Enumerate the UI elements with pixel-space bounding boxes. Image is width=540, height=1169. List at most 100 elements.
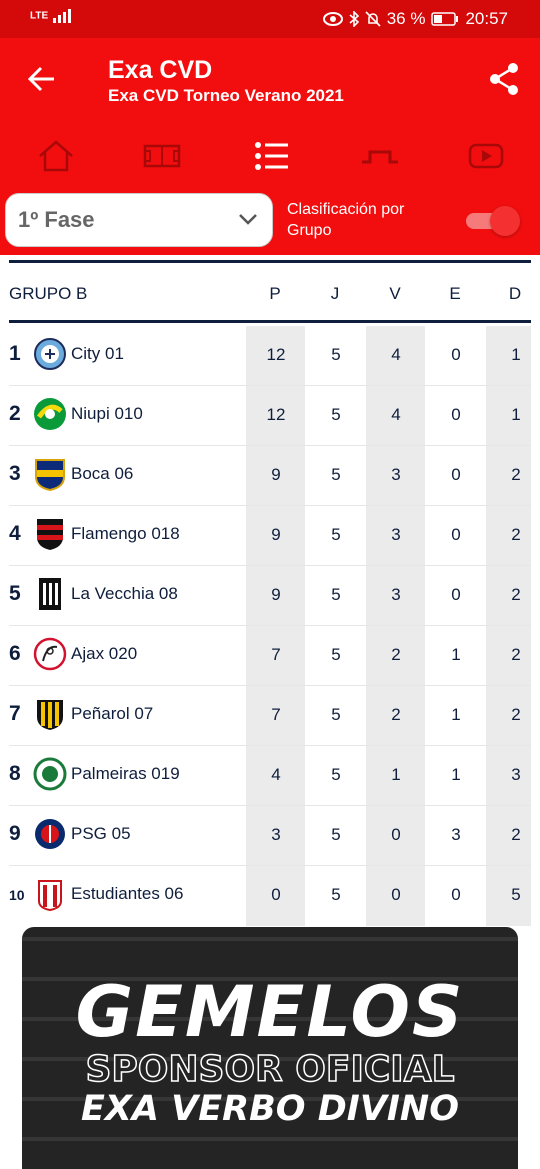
sponsor-line1: SPONSOR OFICIAL (85, 1048, 456, 1091)
phase-select[interactable]: 1º Fase (5, 193, 273, 247)
niupi-crest-icon (34, 398, 66, 430)
sponsor-line2: EXA VERBO DIVINO (81, 1089, 459, 1129)
network-label: LTE (30, 10, 49, 22)
team-name: PSG 05 (71, 824, 131, 843)
cell-v: 4 (391, 405, 401, 424)
group-label: GRUPO B (9, 284, 88, 303)
cell-d: 1 (511, 345, 521, 364)
app-header: Exa CVD Exa CVD Torneo Verano 2021 1º Fa… (0, 38, 540, 255)
clock: 20:57 (465, 9, 508, 28)
cell-e: 1 (451, 765, 461, 784)
back-arrow-icon[interactable] (26, 62, 60, 96)
signal-icon (52, 9, 71, 23)
cell-p: 7 (271, 705, 281, 724)
table-row[interactable]: 10 Estudiantes 06 0 5 0 0 5 (9, 866, 531, 925)
cell-j: 5 (331, 885, 341, 904)
sponsor-brand: GEMELOS (75, 971, 465, 1053)
youtube-icon[interactable] (466, 138, 506, 174)
standings-card: GRUPO B P J V E D 1 City 01 12 5 4 0 1 2… (0, 255, 540, 930)
cell-j: 5 (331, 345, 341, 364)
juventus-crest-icon (39, 578, 61, 610)
team-name: Boca 06 (71, 464, 134, 483)
cell-d: 2 (511, 825, 521, 844)
col-header-p: P (269, 284, 281, 303)
list-icon[interactable] (252, 138, 292, 174)
cell-j: 5 (331, 705, 341, 724)
share-icon[interactable] (488, 62, 520, 96)
network-indicator: LTE (30, 9, 73, 23)
cell-v: 2 (391, 705, 401, 724)
table-row[interactable]: 1 City 01 12 5 4 0 1 (9, 326, 531, 386)
cell-d: 2 (511, 585, 521, 604)
battery-percent: 36 % (386, 9, 426, 28)
row-position: 10 (9, 887, 25, 903)
row-position: 3 (9, 462, 21, 485)
col-header-v: V (389, 284, 401, 303)
cell-d: 2 (511, 705, 521, 724)
toggle-knob (490, 206, 520, 236)
cell-j: 5 (331, 585, 341, 604)
cell-p: 9 (271, 585, 281, 604)
cell-j: 5 (331, 525, 341, 544)
battery-icon (431, 12, 459, 26)
sponsor-banner[interactable]: GEMELOS SPONSOR OFICIAL EXA VERBO DIVINO (22, 927, 518, 1169)
cell-e: 0 (451, 345, 461, 364)
cell-v: 3 (391, 585, 401, 604)
col-header-d: D (508, 284, 522, 303)
group-toggle[interactable] (466, 206, 520, 236)
table-row[interactable]: 5 La Vecchia 08 9 5 3 0 2 (9, 566, 531, 626)
page-title: Exa CVD (108, 56, 213, 84)
divider (9, 260, 531, 263)
team-name: Peñarol 07 (71, 704, 154, 723)
palmeiras-crest-icon (33, 757, 67, 791)
cell-e: 0 (451, 465, 461, 484)
eye-icon (322, 12, 343, 26)
cell-v: 3 (391, 465, 401, 484)
cell-e: 0 (451, 525, 461, 544)
cell-v: 0 (391, 885, 401, 904)
table-row[interactable]: 3 Boca 06 9 5 3 0 2 (9, 446, 531, 506)
row-position: 8 (9, 762, 21, 785)
cell-j: 5 (331, 765, 341, 784)
divider (9, 320, 531, 323)
cell-v: 2 (391, 645, 401, 664)
chevron-down-icon (239, 214, 257, 225)
field-icon[interactable] (142, 138, 182, 174)
table-row[interactable]: 8 Palmeiras 019 4 5 1 1 3 (9, 746, 531, 806)
phase-select-value: 1º Fase (18, 207, 95, 232)
status-icons: 36 % 20:57 (322, 9, 508, 29)
boca-crest-icon (35, 459, 65, 491)
cell-e: 1 (451, 705, 461, 724)
page-subtitle: Exa CVD Torneo Verano 2021 (108, 86, 344, 105)
cell-d: 1 (511, 405, 521, 424)
goal-icon[interactable] (360, 138, 400, 174)
cell-v: 1 (391, 765, 401, 784)
row-position: 4 (9, 522, 21, 545)
row-position: 6 (9, 642, 21, 665)
cell-e: 0 (451, 585, 461, 604)
cell-j: 5 (331, 645, 341, 664)
team-name: City 01 (71, 344, 124, 363)
col-header-j: J (330, 284, 340, 303)
table-row[interactable]: 4 Flamengo 018 9 5 3 0 2 (9, 506, 531, 566)
home-icon[interactable] (36, 138, 76, 174)
group-toggle-label: Clasificación por Grupo (287, 201, 405, 239)
psg-crest-icon (35, 819, 65, 849)
bluetooth-icon (349, 11, 359, 27)
cell-j: 5 (331, 825, 341, 844)
cell-e: 0 (451, 885, 461, 904)
cell-d: 2 (511, 465, 521, 484)
table-row[interactable]: 7 Peñarol 07 7 5 2 1 2 (9, 686, 531, 746)
team-name: Niupi 010 (71, 404, 143, 423)
team-name: Palmeiras 019 (71, 764, 180, 783)
cell-p: 12 (266, 405, 286, 424)
cell-e: 1 (451, 645, 461, 664)
mute-icon (365, 11, 381, 27)
row-position: 9 (9, 822, 21, 845)
table-row[interactable]: 2 Niupi 010 12 5 4 0 1 (9, 386, 531, 446)
table-row[interactable]: 6 Ajax 020 7 5 2 1 2 (9, 626, 531, 686)
table-row[interactable]: 9 PSG 05 3 5 0 3 2 (9, 806, 531, 866)
cell-j: 5 (331, 465, 341, 484)
cell-v: 0 (391, 825, 401, 844)
col-header-e: E (449, 284, 461, 303)
